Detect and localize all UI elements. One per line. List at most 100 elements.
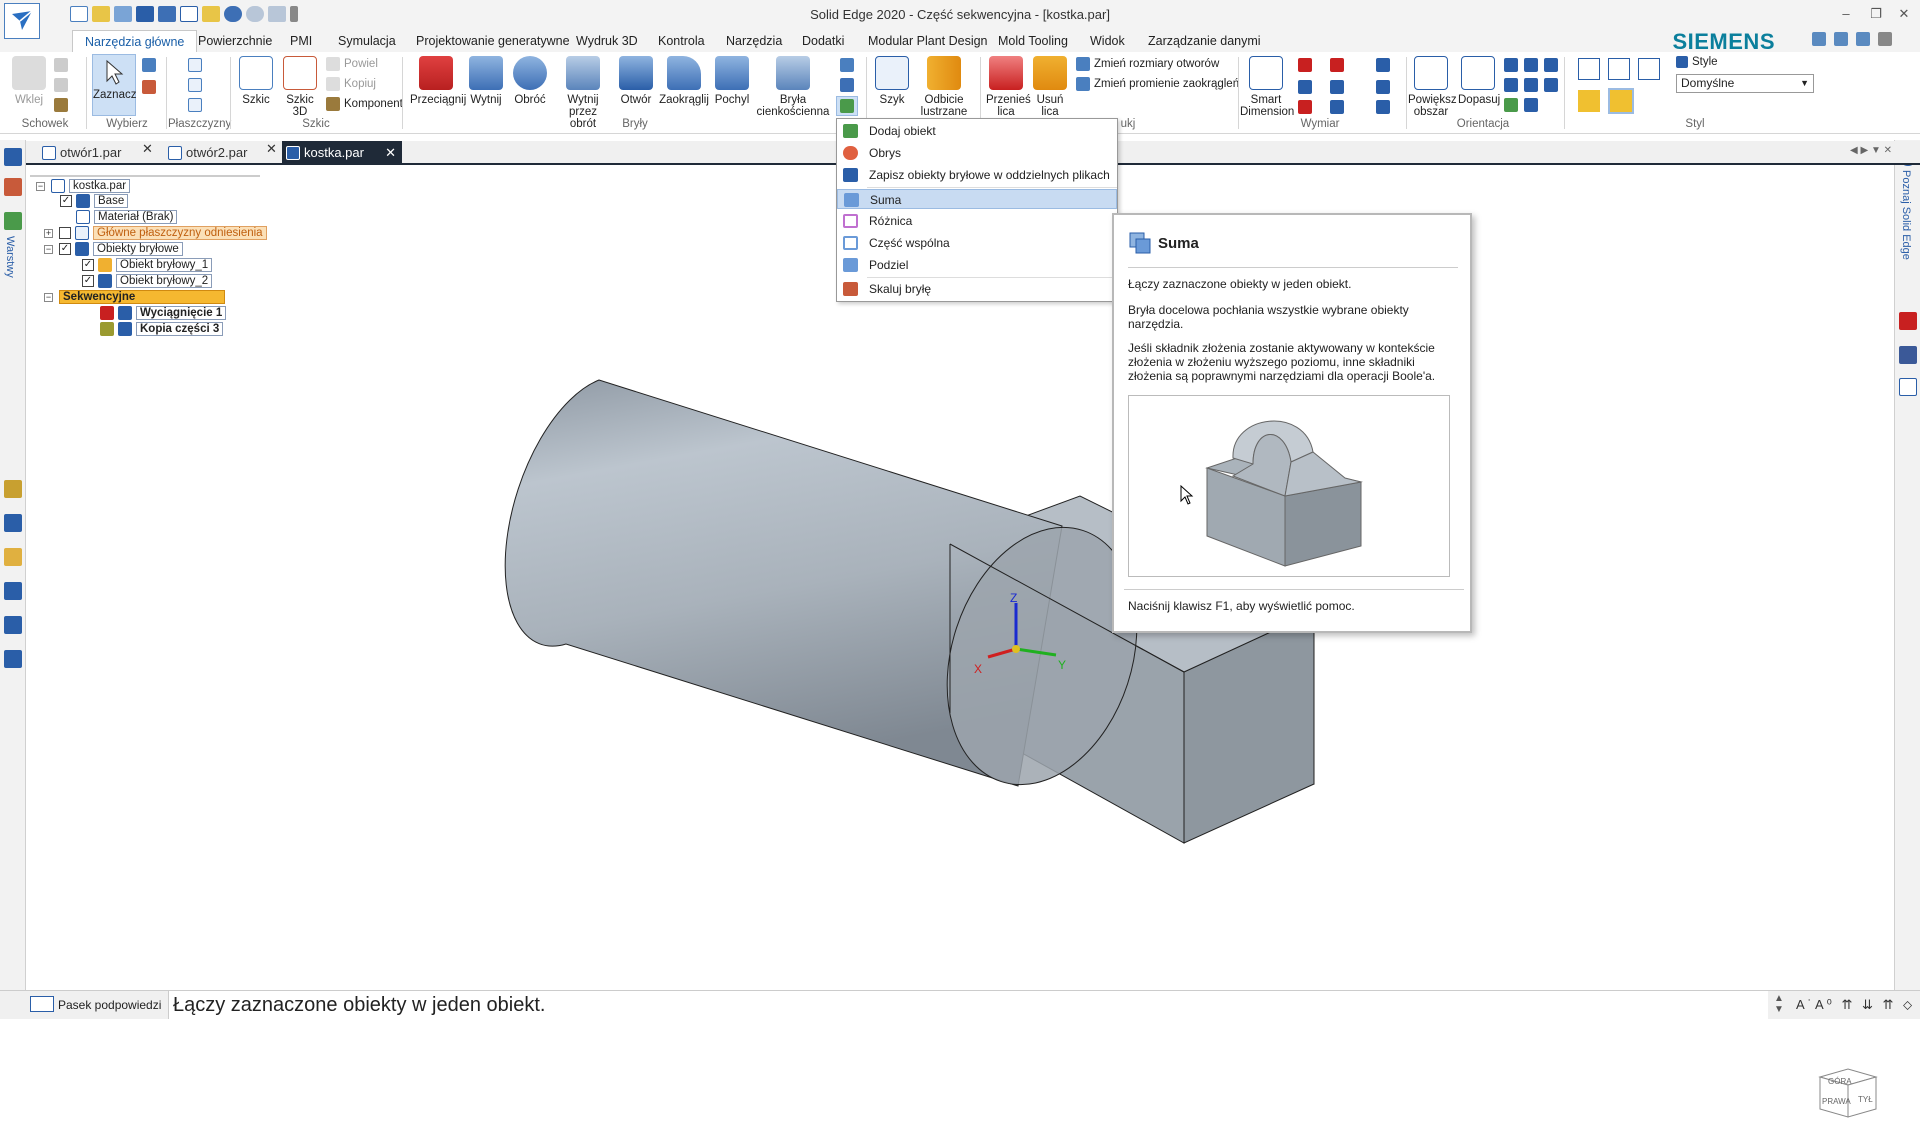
style-dropdown[interactable]: Domyślne ▼	[1676, 74, 1814, 93]
pathfinder-icon[interactable]	[4, 148, 22, 166]
tree-feature-part-copy[interactable]: Kopia części 3	[100, 322, 224, 336]
view-cube[interactable]	[1814, 1055, 1884, 1125]
tab-wydruk-3d[interactable]: Wydruk 3D	[564, 30, 650, 52]
visibility-checkbox[interactable]: ✓	[60, 195, 72, 207]
pan-icon[interactable]	[1504, 78, 1518, 92]
variables-icon[interactable]	[4, 582, 22, 600]
visibility-checkbox[interactable]	[59, 227, 71, 239]
variable-table-icon[interactable]	[1330, 80, 1344, 94]
restore-button[interactable]: ❐	[1866, 6, 1886, 22]
plane-coincident-icon[interactable]	[188, 78, 202, 92]
shaded-icon[interactable]	[1578, 90, 1600, 112]
visibility-checkbox[interactable]: ✓	[82, 259, 94, 271]
sensors-icon[interactable]	[4, 548, 22, 566]
view-iso-icon[interactable]	[1578, 58, 1600, 80]
notes-icon[interactable]	[202, 6, 220, 22]
select-tools-icon[interactable]	[142, 80, 156, 94]
resize-holes-button[interactable]: Zmień rozmiary otworów	[1076, 56, 1219, 72]
smart-dimension-button[interactable]: Smart Dimension	[1240, 56, 1294, 118]
save-icon[interactable]	[136, 6, 154, 22]
menu-item-scale-body[interactable]: Skaluj bryłę	[837, 279, 1117, 299]
dimension-icon[interactable]	[1298, 58, 1312, 72]
view-cube-top[interactable]: GÓRA	[1828, 1077, 1852, 1086]
tree-feature-extrude[interactable]: Wyciągnięcie 1	[100, 306, 227, 320]
redo-icon[interactable]	[246, 6, 264, 22]
named-views-icon[interactable]	[1544, 58, 1558, 72]
copy-sketch-button[interactable]: Kopiuj	[326, 76, 376, 92]
tree-planes[interactable]: + Główne płaszczyzny odniesienia	[44, 226, 267, 240]
relations-icon[interactable]	[1330, 58, 1344, 72]
sketch-view-icon[interactable]	[1524, 78, 1538, 92]
options-icon[interactable]	[1834, 32, 1848, 46]
expand-icon[interactable]: +	[44, 228, 53, 238]
select-button[interactable]: Zaznacz	[92, 54, 136, 116]
rib-icon[interactable]	[840, 78, 854, 92]
properties-icon[interactable]	[180, 6, 198, 22]
tree-base[interactable]: ✓ Base	[60, 194, 129, 208]
customize-qat-icon[interactable]	[290, 6, 298, 22]
repeat-icon[interactable]	[268, 6, 286, 22]
menu-item-split[interactable]: Podziel	[837, 255, 1117, 275]
tab-dodatki[interactable]: Dodatki	[790, 30, 856, 52]
collapse-icon[interactable]: −	[44, 244, 53, 254]
tree-material[interactable]: Materiał (Brak)	[76, 210, 178, 224]
collapse-icon[interactable]: −	[44, 292, 53, 302]
doc-tab-otwor1[interactable]: otwór1.par	[38, 141, 148, 165]
angle-dimension-icon[interactable]	[1298, 80, 1312, 94]
doc-tab-otwor2[interactable]: otwór2.par	[164, 141, 274, 165]
tree-body-2[interactable]: ✓ Obiekt bryłowy_2	[82, 274, 213, 288]
mirror-button[interactable]: Odbicie lustrzane	[914, 56, 974, 118]
close-tab-icon[interactable]: ✕	[142, 141, 153, 157]
layers-tab[interactable]: Warstwy	[4, 236, 16, 278]
visibility-checkbox[interactable]: ✓	[82, 275, 94, 287]
move-faces-button[interactable]: Przenieś lica	[986, 56, 1031, 118]
view-dimetric-icon[interactable]	[1608, 58, 1630, 80]
tab-powierzchnie[interactable]: Powierzchnie	[186, 30, 284, 52]
text-style-icon[interactable]	[1376, 100, 1390, 114]
undo-icon[interactable]	[224, 6, 242, 22]
youtube-icon[interactable]	[1899, 312, 1917, 330]
minimize-button[interactable]: –	[1836, 6, 1856, 22]
pattern-button[interactable]: Szyk	[872, 56, 912, 106]
visibility-checkbox[interactable]: ✓	[59, 243, 71, 255]
tab-narzedzia-glowne[interactable]: Narzędzia główne	[72, 30, 198, 52]
tree-root[interactable]: − kostka.par	[36, 179, 131, 193]
view-cube-right[interactable]: TYŁ	[1858, 1095, 1873, 1104]
resize-rounds-button[interactable]: Zmień promienie zaokrągleń	[1076, 76, 1239, 92]
text-annotation-icon[interactable]	[1376, 58, 1390, 72]
plane-icon[interactable]	[188, 58, 202, 72]
collapse-icon[interactable]: −	[36, 181, 45, 191]
draft-button[interactable]: Pochyl	[712, 56, 752, 106]
hole-button[interactable]: Otwór	[616, 56, 656, 106]
tab-modular-plant-design[interactable]: Modular Plant Design	[856, 30, 1000, 52]
delete-faces-button[interactable]: Usuń lica	[1030, 56, 1070, 118]
view-cube-front[interactable]: PRAWA	[1822, 1097, 1851, 1106]
round-button[interactable]: Zaokrąglij	[656, 56, 712, 106]
thread-icon[interactable]	[840, 58, 854, 72]
font-size-icon[interactable]	[1376, 80, 1390, 94]
menu-item-union[interactable]: Suma	[837, 189, 1117, 209]
tab-kontrola[interactable]: Kontrola	[646, 30, 717, 52]
learn-solid-edge-tab[interactable]: Poznaj Solid Edge	[1900, 170, 1912, 260]
panel-icon[interactable]	[1856, 32, 1870, 46]
copy-icon[interactable]	[54, 78, 68, 92]
boolean-menu-button[interactable]	[836, 96, 858, 116]
close-tab-icon[interactable]: ✕	[266, 141, 277, 157]
view-settings-icon[interactable]	[1544, 78, 1558, 92]
tree-body-1[interactable]: ✓ Obiekt bryłowy_1	[82, 258, 213, 272]
format-painter-icon[interactable]	[54, 98, 68, 112]
tab-scroll-arrows[interactable]: ◀ ▶ ▼ ✕	[1850, 145, 1892, 156]
view-trimetric-icon[interactable]	[1638, 58, 1660, 80]
tab-pmi[interactable]: PMI	[278, 30, 324, 52]
tab-zarzadzanie-danymi[interactable]: Zarządzanie danymi	[1136, 30, 1273, 52]
zoom-icon[interactable]	[1504, 58, 1518, 72]
layout-icon[interactable]	[1812, 32, 1826, 46]
project-button[interactable]: Powiel	[326, 56, 378, 72]
extrude-button[interactable]: Przeciągnij	[410, 56, 466, 106]
application-button[interactable]	[4, 3, 40, 39]
tree-bodies[interactable]: − ✓ Obiekty bryłowe	[44, 242, 183, 256]
tree-sequential[interactable]: − Sekwencyjne	[44, 290, 225, 304]
tab-mold-tooling[interactable]: Mold Tooling	[986, 30, 1080, 52]
menu-item-save-bodies[interactable]: Zapisz obiekty bryłowe w oddzielnych pli…	[837, 165, 1117, 185]
view-controls[interactable]: A˙A⁰ ⇈ ⇊ ⇈ ⬦	[1796, 997, 1915, 1013]
